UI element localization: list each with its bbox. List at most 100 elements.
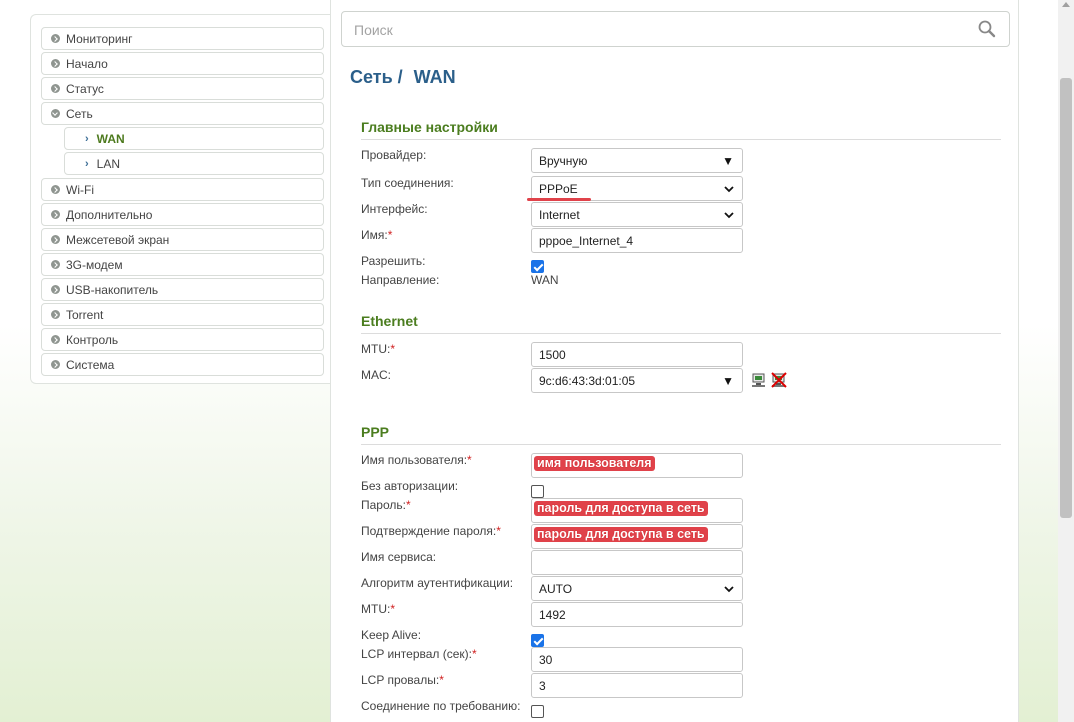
- sidebar-item-label: 3G-модем: [66, 257, 123, 272]
- sidebar-subitem-wan[interactable]: › WAN: [64, 127, 324, 150]
- search-icon[interactable]: [977, 19, 997, 39]
- lcp-interval-label: LCP интервал (сек):*: [361, 647, 477, 661]
- chevron-right-icon: [50, 210, 60, 219]
- sidebar-item-label: LAN: [96, 156, 121, 171]
- ppp-confirm-label-text: Подтверждение пароля:: [361, 524, 497, 538]
- eth-mtu-label: MTU:*: [361, 342, 395, 356]
- sidebar-item-firewall[interactable]: Межсетевой экран: [41, 228, 324, 251]
- enable-label: Разрешить:: [361, 254, 426, 268]
- ppp-confirm-input[interactable]: пароль для доступа в сеть: [531, 524, 743, 549]
- ppp-password-input[interactable]: пароль для доступа в сеть: [531, 498, 743, 523]
- sidebar-item-network[interactable]: Сеть: [41, 102, 324, 125]
- sidebar-item-usb-storage[interactable]: USB-накопитель: [41, 278, 324, 301]
- sidebar-item-control[interactable]: Контроль: [41, 328, 324, 351]
- breadcrumb-parent[interactable]: Сеть /: [350, 67, 403, 87]
- no-auth-label: Без авторизации:: [361, 479, 459, 493]
- chevron-right-icon: [50, 285, 60, 294]
- sidebar-item-label: Статус: [66, 81, 104, 96]
- chevron-down-icon: [50, 109, 60, 118]
- interface-select[interactable]: Internet: [531, 202, 743, 227]
- sidebar-item-label: Контроль: [66, 332, 119, 347]
- chevron-right-icon: [50, 310, 60, 319]
- mac-select[interactable]: 9c:d6:43:3d:01:05 ▼: [531, 368, 743, 393]
- triangle-down-icon: ▼: [722, 374, 734, 388]
- sidebar-item-label: Дополнительно: [66, 207, 153, 222]
- auth-algo-select[interactable]: AUTO: [531, 576, 743, 601]
- sidebar-item-start[interactable]: Начало: [41, 52, 324, 75]
- required-mark: *: [439, 673, 444, 687]
- required-mark: *: [496, 524, 501, 538]
- provider-select[interactable]: Вручную ▼: [531, 148, 743, 173]
- required-mark: *: [467, 453, 472, 467]
- ppp-mtu-label: MTU:*: [361, 602, 395, 616]
- eth-mtu-input[interactable]: 1500: [531, 342, 743, 367]
- sidebar-item-label: Система: [66, 357, 115, 372]
- enable-checkbox[interactable]: [531, 260, 544, 273]
- required-mark: *: [390, 342, 395, 356]
- lcp-interval-value: 30: [539, 652, 553, 667]
- direction-value: WAN: [531, 273, 559, 287]
- chevron-right-icon: ›: [85, 157, 89, 170]
- scroll-up-icon[interactable]: [1062, 2, 1070, 7]
- chevron-right-icon: [50, 235, 60, 244]
- sidebar-item-3g-modem[interactable]: 3G-модем: [41, 253, 324, 276]
- sidebar-item-monitoring[interactable]: Мониторинг: [41, 27, 324, 50]
- annotation-password: пароль для доступа в сеть: [534, 501, 708, 516]
- sidebar-item-label: WAN: [96, 131, 125, 146]
- ppp-username-label: Имя пользователя:*: [361, 453, 472, 467]
- mac-value: 9c:d6:43:3d:01:05: [539, 373, 636, 388]
- reset-mac-icon[interactable]: [771, 372, 787, 388]
- sidebar-item-wifi[interactable]: Wi-Fi: [41, 178, 324, 201]
- keepalive-checkbox[interactable]: [531, 634, 544, 647]
- chevron-down-icon: [724, 186, 734, 193]
- lcp-interval-input[interactable]: 30: [531, 647, 743, 672]
- section-ppp-title: PPP: [361, 424, 1001, 445]
- sidebar-item-status[interactable]: Статус: [41, 77, 324, 100]
- triangle-down-icon: ▼: [722, 154, 734, 168]
- search-input[interactable]: [352, 18, 956, 42]
- eth-mtu-value: 1500: [539, 347, 566, 362]
- chevron-down-icon: [724, 212, 734, 219]
- interface-label: Интерфейс:: [361, 202, 428, 216]
- lcp-fails-input[interactable]: 3: [531, 673, 743, 698]
- sidebar-subitem-lan[interactable]: › LAN: [64, 152, 324, 175]
- sidebar-item-system[interactable]: Система: [41, 353, 324, 376]
- breadcrumb-current: WAN: [413, 67, 456, 87]
- required-mark: *: [390, 602, 395, 616]
- sidebar-item-torrent[interactable]: Torrent: [41, 303, 324, 326]
- sidebar-item-advanced[interactable]: Дополнительно: [41, 203, 324, 226]
- interface-value: Internet: [539, 207, 580, 222]
- scrollbar-thumb[interactable]: [1060, 78, 1072, 518]
- chevron-right-icon: [50, 260, 60, 269]
- direction-label: Направление:: [361, 273, 440, 287]
- ppp-mtu-input[interactable]: 1492: [531, 602, 743, 627]
- provider-label: Провайдер:: [361, 148, 427, 162]
- name-input[interactable]: pppoe_Internet_4: [531, 228, 743, 253]
- auth-algo-label: Алгоритм аутентификации:: [361, 576, 514, 590]
- connection-type-label: Тип соединения:: [361, 176, 454, 190]
- keepalive-label: Keep Alive:: [361, 628, 422, 642]
- sidebar-item-label: Сеть: [66, 106, 93, 121]
- name-label: Имя:*: [361, 228, 392, 242]
- service-name-input[interactable]: [531, 550, 743, 575]
- chevron-right-icon: [50, 59, 60, 68]
- name-value: pppoe_Internet_4: [539, 233, 634, 248]
- ppp-username-label-text: Имя пользователя:: [361, 453, 468, 467]
- ppp-mtu-value: 1492: [539, 607, 566, 622]
- annotation-confirm: пароль для доступа в сеть: [534, 527, 708, 542]
- section-ethernet-title: Ethernet: [361, 313, 1001, 334]
- name-label-text: Имя:: [361, 228, 388, 242]
- ppp-password-label-text: Пароль:: [361, 498, 406, 512]
- required-mark: *: [472, 647, 477, 661]
- ppp-username-input[interactable]: имя пользователя: [531, 453, 743, 478]
- lcp-interval-label-text: LCP интервал (сек):: [361, 647, 472, 661]
- clone-mac-icon[interactable]: [751, 372, 767, 388]
- connection-type-value: PPPoE: [539, 181, 578, 196]
- annotation-username: имя пользователя: [534, 456, 655, 471]
- annotation-underline: [527, 198, 591, 201]
- no-auth-checkbox[interactable]: [531, 485, 544, 498]
- on-demand-label: Соединение по требованию:: [361, 699, 521, 713]
- sidebar-item-label: USB-накопитель: [66, 282, 159, 297]
- on-demand-checkbox[interactable]: [531, 705, 544, 718]
- chevron-right-icon: [50, 335, 60, 344]
